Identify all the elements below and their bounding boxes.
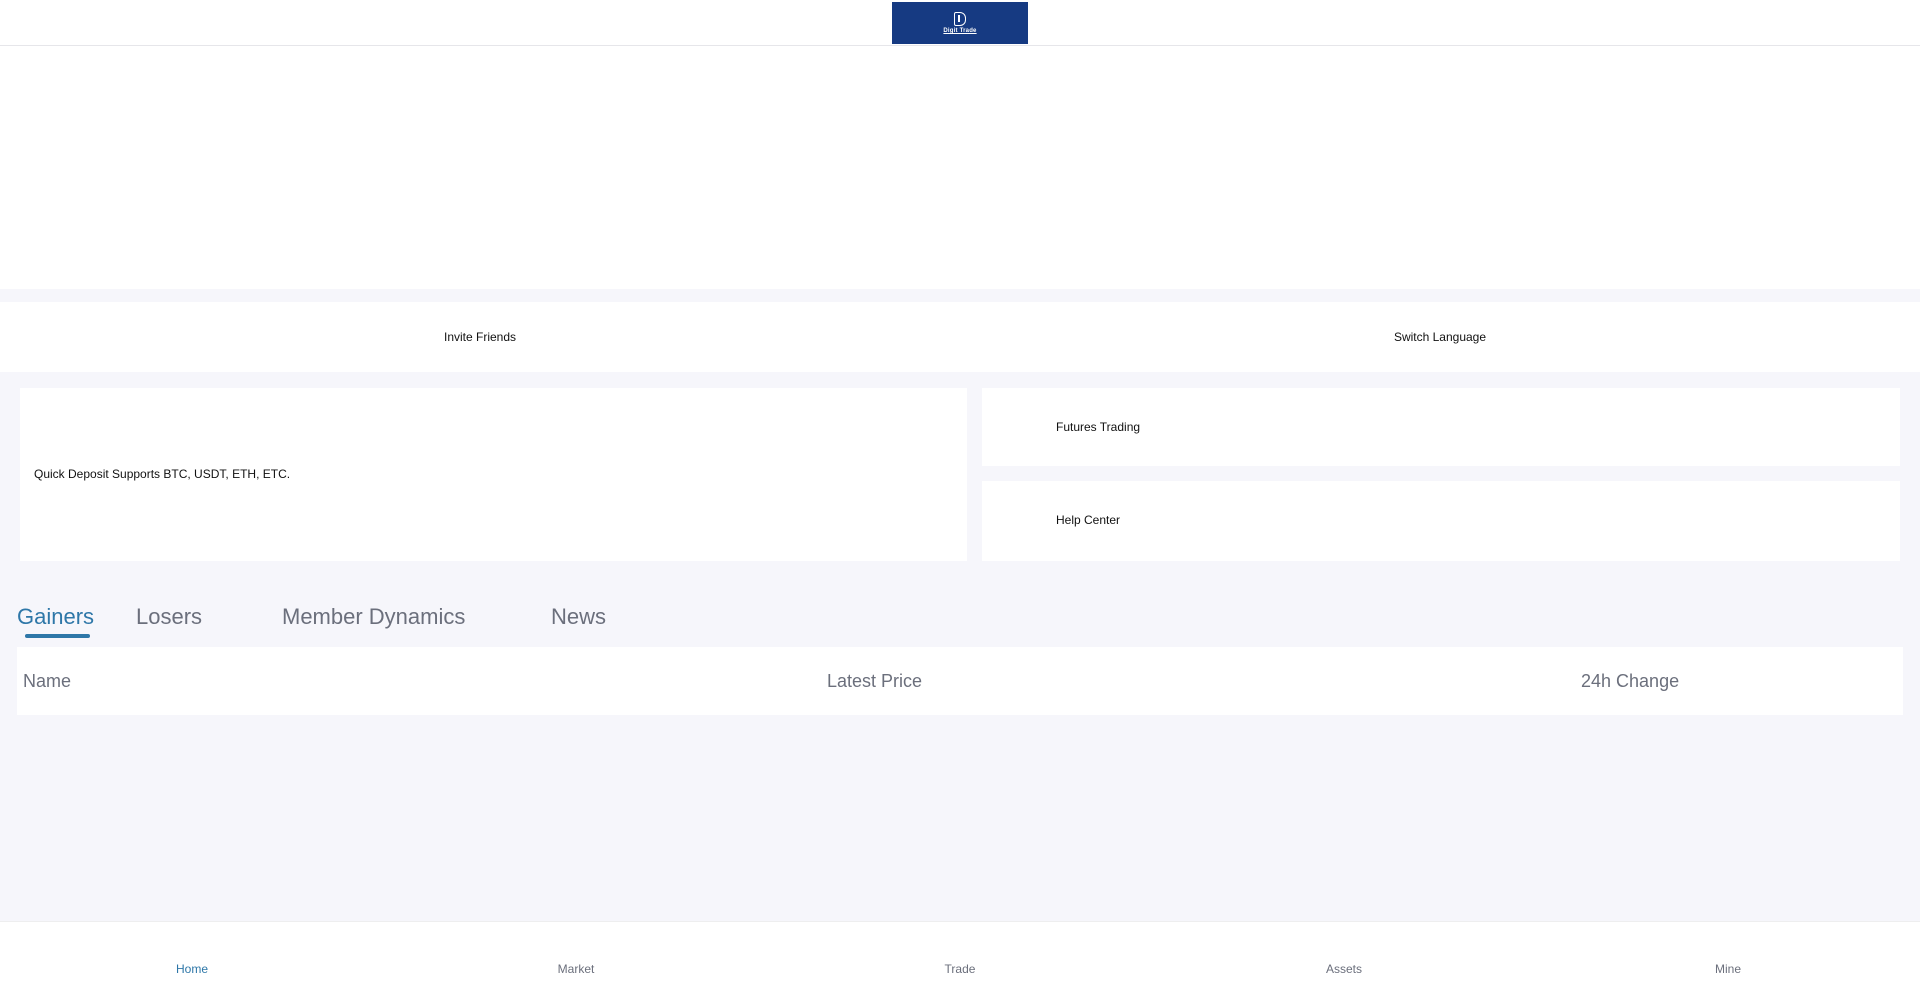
futures-trading-label: Futures Trading <box>1056 420 1141 434</box>
banner-carousel[interactable] <box>0 46 1920 289</box>
market-tabs: Gainers Losers Member Dynamics News <box>0 600 1920 640</box>
tab-gainers[interactable]: Gainers <box>17 604 94 630</box>
active-tab-indicator <box>25 634 90 638</box>
bottom-navigation: Home Market Trade Assets Mine <box>0 921 1920 993</box>
switch-language-label: Switch Language <box>1393 330 1487 344</box>
column-header-name: Name <box>23 671 72 691</box>
column-header-24h-change: 24h Change <box>1581 671 1680 691</box>
help-center-card[interactable]: Help Center <box>982 481 1900 561</box>
invite-friends-button[interactable]: Invite Friends <box>0 302 960 372</box>
futures-trading-card[interactable]: Futures Trading <box>982 388 1900 466</box>
switch-language-button[interactable]: Switch Language <box>960 302 1920 372</box>
logo-mark-icon <box>954 12 966 26</box>
nav-trade[interactable]: Trade <box>768 962 1152 976</box>
tab-member-dynamics[interactable]: Member Dynamics <box>282 604 465 630</box>
top-header: Digit Trade <box>0 0 1920 46</box>
nav-home[interactable]: Home <box>0 962 384 976</box>
shortcut-row: Invite Friends Switch Language <box>0 302 1920 372</box>
quick-deposit-card[interactable]: Quick Deposit Supports BTC, USDT, ETH, E… <box>20 388 967 561</box>
help-center-label: Help Center <box>1056 513 1121 527</box>
invite-friends-label: Invite Friends <box>443 330 517 344</box>
nav-assets[interactable]: Assets <box>1152 962 1536 976</box>
nav-market[interactable]: Market <box>384 962 768 976</box>
app-logo[interactable]: Digit Trade <box>892 2 1028 44</box>
table-header: Name Latest Price 24h Change <box>17 647 1903 715</box>
tab-losers[interactable]: Losers <box>136 604 202 630</box>
column-header-latest-price: Latest Price <box>827 671 923 691</box>
tab-news[interactable]: News <box>551 604 606 630</box>
quick-deposit-text: Quick Deposit Supports BTC, USDT, ETH, E… <box>34 467 291 481</box>
logo-wordmark: Digit Trade <box>943 28 977 34</box>
nav-mine[interactable]: Mine <box>1536 962 1920 976</box>
